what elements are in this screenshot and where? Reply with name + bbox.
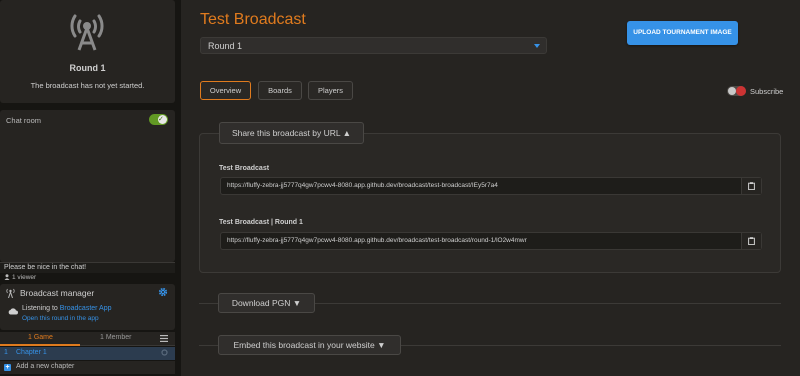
gear-icon[interactable] xyxy=(158,287,168,297)
url-field-round[interactable]: https://fluffy-zebra-jj5777q4gw7pcwv4-80… xyxy=(220,232,762,250)
chapter-name: Chapter 1 xyxy=(16,349,47,356)
chapter-number: 1 xyxy=(4,349,8,356)
clipboard-icon xyxy=(748,237,755,245)
main-panel: Test Broadcast Round 1 UPLOAD TOURNAMENT… xyxy=(181,0,800,376)
share-panel xyxy=(199,133,781,273)
share-by-url-toggle[interactable]: Share this broadcast by URL ▲ xyxy=(219,122,364,144)
chat-panel: Chat room ✓ xyxy=(0,110,175,262)
plus-icon: + xyxy=(4,364,11,371)
url-text: https://fluffy-zebra-jj5777q4gw7pcwv4-80… xyxy=(227,182,498,189)
download-pgn-toggle[interactable]: Download PGN ▼ xyxy=(218,293,315,313)
chevron-down-icon xyxy=(534,44,540,48)
chapter-item[interactable]: 1 Chapter 1 xyxy=(0,347,175,360)
add-chapter-label: Add a new chapter xyxy=(16,363,75,370)
chat-input-placeholder: Please be nice in the chat! xyxy=(4,264,87,271)
divider xyxy=(315,303,781,304)
round-status: The broadcast has not yet started. xyxy=(30,81,145,90)
divider xyxy=(401,345,781,346)
divider xyxy=(199,345,218,346)
open-in-app-link[interactable]: Open this round in the app xyxy=(22,315,99,322)
tab-members[interactable]: 1 Member xyxy=(100,334,132,341)
tab-overview[interactable]: Overview xyxy=(200,81,251,100)
check-icon: ✓ xyxy=(158,116,164,123)
tab-players[interactable]: Players xyxy=(308,81,353,100)
cloud-icon xyxy=(8,308,18,315)
broadcast-icon xyxy=(6,288,15,298)
subscribe-toggle[interactable] xyxy=(727,86,746,96)
viewer-count-text: 1 viewer xyxy=(12,274,37,281)
round-select[interactable]: Round 1 xyxy=(200,37,547,54)
user-icon xyxy=(4,274,10,280)
page-title: Test Broadcast xyxy=(200,11,306,28)
chat-input[interactable]: Please be nice in the chat! xyxy=(0,262,175,273)
subscribe-label: Subscribe xyxy=(750,87,784,96)
broadcaster-app-link[interactable]: Broadcaster App xyxy=(60,305,112,312)
copy-button[interactable] xyxy=(741,233,761,249)
study-tabs: 1 Game 1 Member xyxy=(0,332,175,346)
round-select-value: Round 1 xyxy=(208,41,243,51)
broadcast-manager-title: Broadcast manager xyxy=(20,288,95,298)
url-text: https://fluffy-zebra-jj5777q4gw7pcwv4-80… xyxy=(227,237,527,244)
round-name: Round 1 xyxy=(69,63,106,73)
upload-tournament-image-button[interactable]: UPLOAD TOURNAMENT IMAGE xyxy=(627,21,738,45)
listening-status: Listening to Broadcaster App xyxy=(22,305,112,312)
active-tab-indicator xyxy=(0,344,80,346)
url-field-broadcast[interactable]: https://fluffy-zebra-jj5777q4gw7pcwv4-80… xyxy=(220,177,762,195)
chat-room-label: Chat room xyxy=(6,116,42,125)
tab-games[interactable]: 1 Game xyxy=(28,334,53,341)
url-label-broadcast: Test Broadcast xyxy=(219,165,270,172)
broadcast-tower-icon xyxy=(70,14,104,51)
hamburger-menu-icon[interactable] xyxy=(160,335,168,342)
broadcast-manager: Broadcast manager Listening to Broadcast… xyxy=(0,284,175,330)
add-chapter-button[interactable]: + Add a new chapter xyxy=(0,361,175,374)
chapter-gear-icon[interactable] xyxy=(161,349,168,356)
clipboard-icon xyxy=(748,182,755,190)
listening-prefix: Listening to xyxy=(22,305,60,312)
tab-boards[interactable]: Boards xyxy=(258,81,302,100)
url-label-round: Test Broadcast | Round 1 xyxy=(219,219,303,226)
left-column: Round 1 The broadcast has not yet starte… xyxy=(0,0,175,376)
embed-toggle[interactable]: Embed this broadcast in your website ▼ xyxy=(218,335,401,355)
round-info-box: Round 1 The broadcast has not yet starte… xyxy=(0,0,175,103)
copy-button[interactable] xyxy=(741,178,761,194)
divider xyxy=(199,303,218,304)
viewer-count: 1 viewer xyxy=(4,274,36,281)
